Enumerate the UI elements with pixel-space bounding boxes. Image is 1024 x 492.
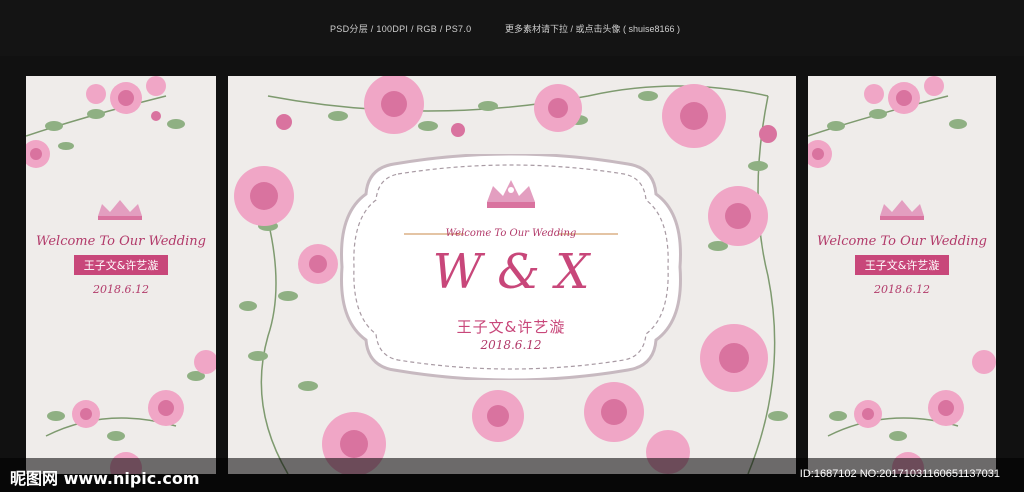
top-info-bar: PSD分层 / 100DPI / RGB / PS7.0 更多素材请下拉 / 或…: [0, 0, 1024, 56]
main-backdrop: Welcome To Our Wedding W & X 王子文&许艺漩 201…: [228, 76, 796, 474]
right-text-block: Welcome To Our Wedding 王子文&许艺漩 2018.6.12: [808, 200, 996, 296]
more-resources-hint: 更多素材请下拉 / 或点击头像 ( shuise8166 ): [505, 24, 681, 34]
couple-names-tag: 王子文&许艺漩: [73, 255, 169, 275]
nipic-logo-text: 昵图网 www.nipic.com: [10, 469, 200, 488]
vine-right: [708, 95, 788, 474]
rose-cluster-bottom: [45, 350, 216, 474]
image-id-text: ID:1687102 NO:20171031160651137031: [799, 468, 1000, 480]
vine-left: [239, 185, 318, 474]
left-text-block: Welcome To Our Wedding 王子文&许艺漩 2018.6.12: [26, 200, 216, 296]
left-banner: Welcome To Our Wedding 王子文&许艺漩 2018.6.12: [26, 76, 216, 474]
welcome-text: Welcome To Our Wedding: [817, 234, 987, 249]
welcome-text: Welcome To Our Wedding: [445, 228, 577, 239]
file-spec-text: PSD分层 / 100DPI / RGB / PS7.0: [330, 24, 472, 34]
rose-cluster-top: [808, 76, 967, 168]
wedding-date: 2018.6.12: [480, 338, 542, 352]
welcome-text: Welcome To Our Wedding: [36, 234, 206, 249]
monogram: W & X: [432, 244, 590, 300]
right-banner: Welcome To Our Wedding 王子文&许艺漩 2018.6.12: [808, 76, 996, 474]
couple-names-tag: 王子文&许艺漩: [854, 255, 950, 275]
watermark-bar: 昵图网 www.nipic.com ID:1687102 NO:20171031…: [0, 458, 1024, 492]
wedding-date: 2018.6.12: [874, 283, 930, 296]
couple-names: 王子文&许艺漩: [456, 318, 566, 336]
wedding-date: 2018.6.12: [93, 283, 149, 296]
rose-cluster-top: [26, 76, 185, 168]
rose-cluster-bottom: [827, 350, 996, 474]
